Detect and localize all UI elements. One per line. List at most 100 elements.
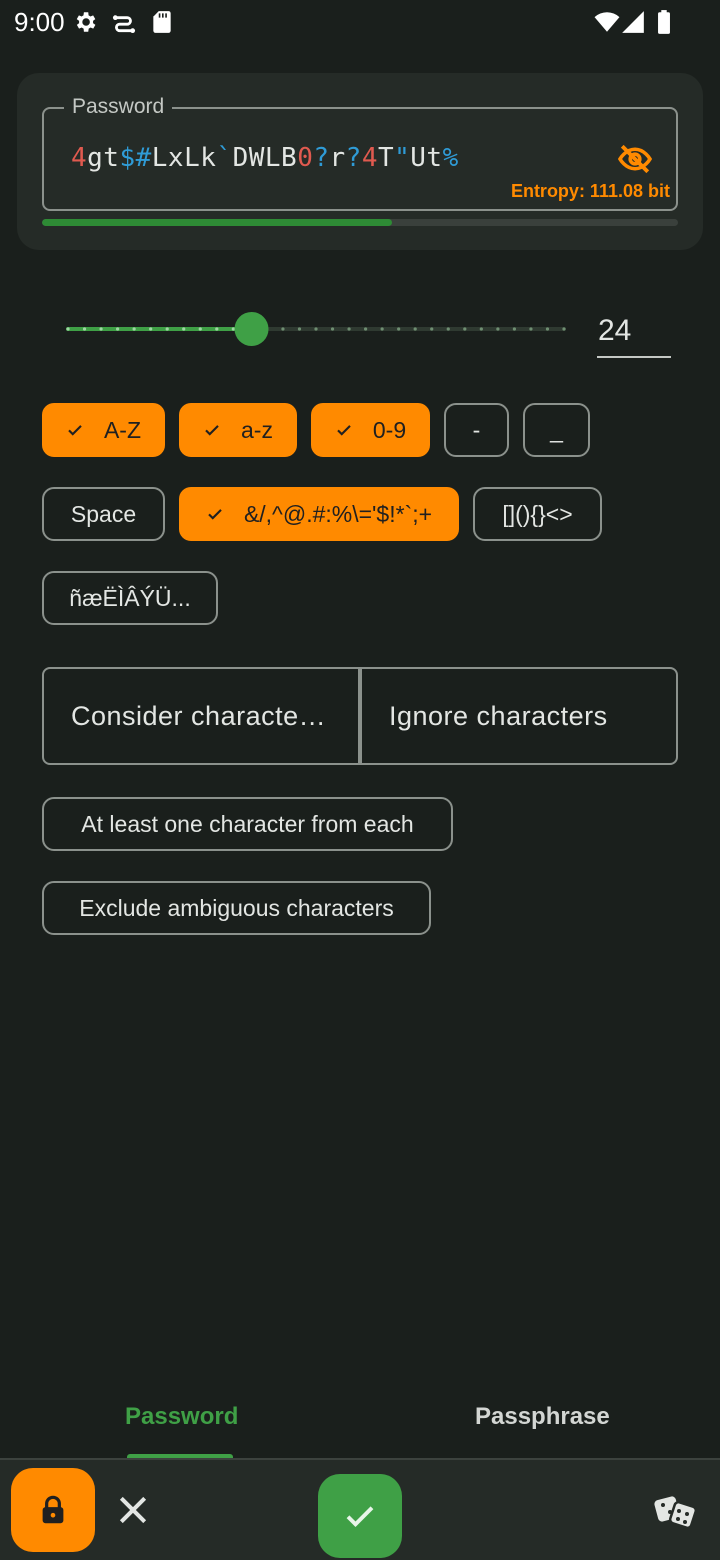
chip-space[interactable]: Space: [42, 487, 165, 541]
password-segment: $: [119, 143, 136, 173]
network-icon: [112, 15, 136, 34]
slider-tick: [562, 327, 566, 331]
password-segment: ?: [313, 143, 330, 173]
slider-tick: [430, 327, 434, 331]
length-input[interactable]: 24: [597, 310, 671, 358]
slider-tick: [165, 327, 169, 331]
check-icon: [337, 425, 351, 436]
password-label: Password: [64, 95, 173, 119]
chip-label: Space: [70, 500, 137, 527]
signal-icon: [622, 11, 644, 33]
slider-tick: [364, 327, 368, 331]
slider-tick: [446, 327, 450, 331]
slider-tick: [281, 327, 285, 331]
slider-tick: [380, 327, 384, 331]
chip-label: A-Z: [103, 416, 142, 443]
length-value: 24: [598, 314, 632, 347]
slider-tick: [82, 327, 87, 331]
chip-symbols[interactable]: &/,^@.#:%\='$!*`;+: [179, 487, 459, 541]
length-slider-thumb: [234, 312, 269, 346]
eye-off-icon[interactable]: [614, 141, 656, 177]
chip-label: At least one character from each: [81, 810, 414, 837]
slider-tick: [116, 327, 120, 331]
slider-tick: [215, 327, 219, 331]
length-slider[interactable]: [66, 310, 566, 348]
chip-uppercase[interactable]: A-Z: [42, 403, 165, 457]
bottom-bar: [0, 1460, 720, 1560]
chip-dash[interactable]: -: [444, 403, 509, 457]
chip-label: -: [472, 416, 481, 443]
slider-tick: [66, 327, 70, 331]
strength-bar-fill: [42, 219, 392, 226]
strength-bar: [42, 219, 678, 226]
password-segment: r: [329, 143, 346, 173]
sd-card-icon: [153, 11, 171, 33]
slider-tick: [330, 327, 335, 331]
slider-tick: [397, 327, 401, 331]
password-segment: T: [377, 143, 395, 173]
password-segment: ?: [345, 143, 362, 173]
slider-tick: [132, 327, 136, 331]
wifi-icon: [594, 12, 620, 32]
chip-brackets[interactable]: [](){}<>: [473, 487, 602, 541]
password-value[interactable]: 4gt$#LxLk`DWLB0?r?4T"Ut%: [71, 143, 459, 173]
chip-label: [](){}<>: [502, 500, 573, 527]
status-bar: 9:00: [0, 0, 720, 44]
check-icon: [68, 425, 82, 436]
ignore-characters-field[interactable]: Ignore characters: [360, 667, 678, 765]
password-segment: %: [442, 143, 459, 173]
check-icon: [208, 509, 222, 520]
slider-tick: [496, 327, 500, 331]
password-segment: 4: [71, 143, 88, 173]
slider-tick: [231, 327, 235, 331]
chip-label: Exclude ambiguous characters: [79, 894, 394, 921]
password-field[interactable]: Password 4gt$#LxLk`DWLB0?r?4T"Ut% Entrop…: [42, 95, 678, 211]
slider-tick: [512, 327, 516, 331]
slider-tick: [149, 327, 153, 331]
chip-lowercase[interactable]: a-z: [179, 403, 297, 457]
length-slider-track[interactable]: [66, 310, 566, 348]
tab-password[interactable]: Password: [125, 1403, 238, 1431]
chip-label: 0-9: [372, 416, 407, 443]
slider-tick: [413, 327, 417, 331]
dice-icon[interactable]: [654, 1492, 698, 1532]
password-segment: LxLk: [151, 143, 217, 173]
check-icon: [205, 425, 219, 436]
settings-icon: [76, 12, 96, 32]
chip-label: a-z: [241, 416, 273, 443]
consider-characters-field[interactable]: Consider characte…: [42, 667, 360, 765]
chip-exclude-ambiguous[interactable]: Exclude ambiguous characters: [42, 881, 431, 935]
chip-accented[interactable]: ñæËÌÂÝÜ...: [42, 571, 218, 625]
password-segment: `: [216, 143, 233, 173]
slider-tick: [182, 327, 186, 331]
slider-tick: [198, 327, 202, 331]
password-segment: Ut: [410, 143, 443, 173]
chip-label: ñæËÌÂÝÜ...: [69, 584, 191, 611]
slider-tick: [529, 327, 533, 331]
tab-passphrase[interactable]: Passphrase: [475, 1403, 610, 1431]
password-segment: 4: [361, 143, 378, 173]
chip-label: &/,^@.#:%\='$!*`;+: [243, 500, 433, 527]
slider-tick: [99, 327, 103, 331]
password-segment: #: [135, 143, 152, 173]
slider-tick: [479, 327, 483, 331]
slider-tick: [463, 327, 467, 331]
chip-underscore[interactable]: _: [523, 403, 590, 457]
lock-button[interactable]: [11, 1468, 95, 1552]
ignore-characters-label: Ignore characters: [389, 700, 608, 731]
close-icon[interactable]: [113, 1490, 153, 1530]
battery-icon: [658, 10, 670, 34]
password-card: Password 4gt$#LxLk`DWLB0?r?4T"Ut% Entrop…: [17, 73, 703, 250]
slider-tick: [347, 327, 351, 331]
slider-tick: [545, 327, 550, 331]
confirm-button[interactable]: [318, 1474, 402, 1558]
chip-digits[interactable]: 0-9: [311, 403, 430, 457]
slider-tick: [314, 327, 318, 331]
entropy-text: Entropy: 111.08 bit: [510, 181, 670, 201]
status-time: 9:00: [14, 7, 65, 37]
password-segment: gt: [87, 143, 120, 173]
chip-at-least-one[interactable]: At least one character from each: [42, 797, 453, 851]
password-segment: DWLB: [232, 143, 298, 173]
lock-icon: [42, 1495, 64, 1524]
password-segment: 0: [297, 143, 314, 173]
